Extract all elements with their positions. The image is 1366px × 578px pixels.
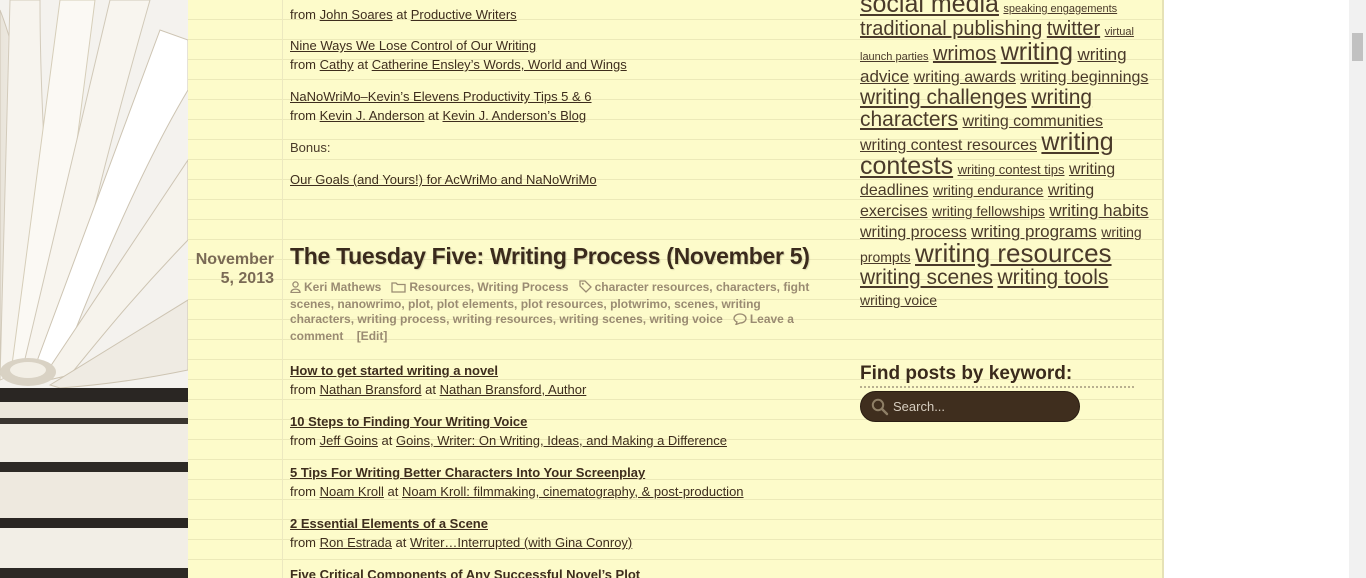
tag-cloud: social media speaking engagements tradit… bbox=[860, 0, 1150, 311]
list-item: 10 Steps to Finding Your Writing Voice f… bbox=[290, 412, 820, 450]
author-link[interactable]: Cathy bbox=[320, 57, 354, 72]
site-link[interactable]: Kevin J. Anderson’s Blog bbox=[443, 108, 587, 123]
link-title[interactable]: 2 Essential Elements of a Scene bbox=[290, 514, 820, 533]
site-link[interactable]: Writer…Interrupted (with Gina Conroy) bbox=[410, 535, 632, 550]
tag-link[interactable]: twitter bbox=[1047, 18, 1100, 40]
heading-divider bbox=[860, 386, 1134, 388]
tag-link[interactable]: writing awards bbox=[914, 69, 1016, 86]
author-link[interactable]: Ron Estrada bbox=[320, 535, 392, 550]
site-link[interactable]: Goins, Writer: On Writing, Ideas, and Ma… bbox=[396, 433, 727, 448]
link-source: from Cathy at Catherine Ensley’s Words, … bbox=[290, 57, 627, 72]
scrollbar[interactable] bbox=[1349, 0, 1366, 578]
list-item: Nine Ways We Lose Control of Our Writing… bbox=[290, 36, 820, 74]
tag-link[interactable]: writing fellowships bbox=[932, 203, 1045, 219]
open-book-stack-illustration bbox=[0, 0, 188, 578]
post-meta: Keri Mathews Resources, Writing Process … bbox=[290, 280, 812, 344]
tag-link[interactable]: traditional publishing bbox=[860, 18, 1042, 40]
search-icon[interactable] bbox=[871, 398, 889, 421]
tag-link[interactable]: wrimos bbox=[933, 43, 996, 65]
tag-link[interactable]: writing voice bbox=[860, 292, 937, 308]
list-item: from John Soares at Productive Writers bbox=[290, 0, 820, 24]
post-author-link[interactable]: Keri Mathews bbox=[304, 280, 381, 294]
scrollbar-thumb[interactable] bbox=[1352, 33, 1363, 61]
tag-link[interactable]: writing bbox=[1001, 38, 1073, 66]
tag-link[interactable]: writing habits bbox=[1049, 201, 1148, 220]
site-link[interactable]: Catherine Ensley’s Words, World and Wing… bbox=[372, 57, 627, 72]
link-source: from Kevin J. Anderson at Kevin J. Ander… bbox=[290, 108, 587, 123]
author-icon bbox=[290, 281, 301, 297]
find-posts-heading: Find posts by keyword: bbox=[860, 363, 1073, 384]
site-link[interactable]: Nathan Bransford, Author bbox=[440, 382, 587, 397]
post-date: November 5, 2013 bbox=[188, 250, 274, 288]
link-title[interactable]: 10 Steps to Finding Your Writing Voice bbox=[290, 412, 820, 431]
list-item: How to get started writing a novel from … bbox=[290, 361, 820, 399]
link-source: from John Soares at Productive Writers bbox=[290, 7, 517, 22]
decorative-books-image bbox=[0, 0, 188, 578]
link-source: from Ron Estrada at Writer…Interrupted (… bbox=[290, 535, 633, 550]
edit-post-link[interactable]: [Edit] bbox=[357, 329, 388, 343]
tag-link[interactable]: writing tools bbox=[998, 266, 1109, 289]
author-link[interactable]: Noam Kroll bbox=[320, 484, 384, 499]
list-item: Our Goals (and Yours!) for AcWriMo and N… bbox=[290, 170, 820, 189]
tag-icon bbox=[578, 280, 592, 297]
tag-link[interactable]: writing resources bbox=[915, 238, 1112, 268]
link-title[interactable]: 5 Tips For Writing Better Characters Int… bbox=[290, 463, 820, 482]
author-link[interactable]: Jeff Goins bbox=[320, 433, 378, 448]
author-link[interactable]: Kevin J. Anderson bbox=[320, 108, 425, 123]
author-link[interactable]: John Soares bbox=[320, 7, 393, 22]
site-link[interactable]: Productive Writers bbox=[411, 7, 517, 22]
comment-icon bbox=[733, 313, 747, 329]
list-item: 5 Tips For Writing Better Characters Int… bbox=[290, 463, 820, 501]
link-source: from Nathan Bransford at Nathan Bransfor… bbox=[290, 382, 587, 397]
link-title[interactable]: How to get started writing a novel bbox=[290, 361, 820, 380]
list-item: NaNoWriMo–Kevin’s Elevens Productivity T… bbox=[290, 87, 820, 125]
bonus-label: Bonus: bbox=[290, 140, 331, 155]
tag-link[interactable]: writing contest tips bbox=[958, 162, 1065, 177]
tag-link[interactable]: writing beginnings bbox=[1020, 69, 1148, 86]
tag-link[interactable]: writing endurance bbox=[933, 182, 1044, 198]
folder-icon bbox=[391, 281, 407, 297]
link-source: from Noam Kroll at Noam Kroll: filmmakin… bbox=[290, 484, 744, 499]
post-date-year: 5, 2013 bbox=[220, 270, 274, 287]
bonus-link[interactable]: Our Goals (and Yours!) for AcWriMo and N… bbox=[290, 170, 820, 189]
notepad-content-area: November 5, 2013 from John Soares at Pro… bbox=[188, 0, 1164, 578]
margin-line bbox=[282, 0, 283, 578]
tag-link[interactable]: speaking engagements bbox=[1003, 3, 1117, 15]
post-title[interactable]: The Tuesday Five: Writing Process (Novem… bbox=[290, 243, 810, 270]
search-input[interactable] bbox=[893, 398, 1073, 415]
tag-link[interactable]: writing scenes bbox=[860, 266, 993, 289]
link-title[interactable]: Nine Ways We Lose Control of Our Writing bbox=[290, 36, 820, 55]
link-title[interactable]: NaNoWriMo–Kevin’s Elevens Productivity T… bbox=[290, 87, 820, 106]
post-categories-link[interactable]: Resources, Writing Process bbox=[409, 280, 568, 294]
search-box bbox=[860, 391, 1080, 422]
post-date-month-day: November bbox=[195, 251, 274, 268]
tag-link[interactable]: social media bbox=[860, 0, 999, 18]
list-item: 2 Essential Elements of a Scene from Ron… bbox=[290, 514, 820, 552]
link-title[interactable]: Five Critical Components of Any Successf… bbox=[290, 565, 820, 578]
author-link[interactable]: Nathan Bransford bbox=[320, 382, 422, 397]
tag-link[interactable]: writing challenges bbox=[860, 86, 1027, 109]
link-source: from Jeff Goins at Goins, Writer: On Wri… bbox=[290, 433, 727, 448]
list-item: Five Critical Components of Any Successf… bbox=[290, 565, 820, 578]
site-link[interactable]: Noam Kroll: filmmaking, cinematography, … bbox=[402, 484, 744, 499]
